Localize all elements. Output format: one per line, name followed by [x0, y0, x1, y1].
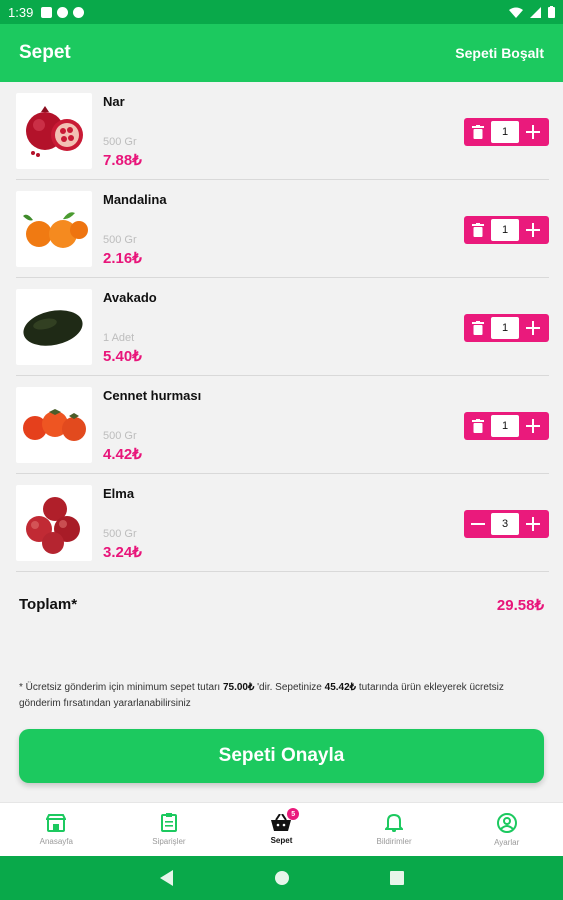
app-bar: Sepet Sepeti Boşalt	[0, 24, 563, 82]
trash-icon	[471, 321, 484, 335]
product-price: 7.88₺	[103, 152, 142, 169]
increase-button[interactable]	[519, 118, 546, 146]
note-text: * Ücretsiz gönderim için minimum sepet t…	[19, 682, 223, 693]
product-name: Cennet hurması	[103, 388, 202, 403]
increase-button[interactable]	[519, 216, 546, 244]
clipboard-icon	[160, 813, 177, 832]
cart-item: Elma 500 Gr 3.24₺ 3	[16, 474, 549, 572]
profile-icon	[496, 812, 517, 833]
product-unit: 1 Adet	[103, 332, 135, 344]
product-unit: 500 Gr	[103, 430, 137, 442]
bottom-nav: Anasayfa Siparişler 5 Sepet Bildirimler …	[0, 802, 563, 856]
quantity-value: 3	[491, 513, 519, 535]
increase-button[interactable]	[519, 510, 546, 538]
product-image-apple[interactable]	[16, 485, 92, 561]
nav-label: Siparişler	[152, 837, 186, 846]
trash-icon	[471, 223, 484, 237]
notification-icon	[57, 6, 69, 18]
confirm-cart-button[interactable]: Sepeti Onayla	[19, 729, 544, 783]
nav-settings[interactable]: Ayarlar	[450, 803, 563, 856]
delete-button[interactable]	[464, 216, 491, 244]
delete-button[interactable]	[464, 118, 491, 146]
recents-icon[interactable]	[389, 871, 404, 885]
product-price: 5.40₺	[103, 348, 142, 365]
back-icon[interactable]	[159, 870, 174, 886]
cart-item: Avakado 1 Adet 5.40₺ 1	[16, 278, 549, 376]
cart-total: Toplam* 29.58₺	[19, 596, 544, 614]
free-shipping-note: * Ücretsiz gönderim için minimum sepet t…	[19, 680, 529, 712]
status-time: 1:39	[8, 4, 34, 20]
page-title: Sepet	[19, 42, 71, 63]
nav-label: Sepet	[270, 836, 293, 845]
quantity-stepper: 1	[464, 314, 549, 342]
cart-item: Mandalina 500 Gr 2.16₺ 1	[16, 180, 549, 278]
home-icon[interactable]	[274, 870, 290, 886]
trash-icon	[471, 125, 484, 139]
nav-cart[interactable]: 5 Sepet	[225, 803, 338, 856]
product-unit: 500 Gr	[103, 136, 137, 148]
nav-orders[interactable]: Siparişler	[113, 803, 226, 856]
signal-icon	[530, 6, 541, 18]
wifi-icon	[509, 7, 523, 18]
increase-button[interactable]	[519, 314, 546, 342]
product-image-tangerine[interactable]	[16, 191, 92, 267]
note-min-amount: 75.00₺	[222, 682, 255, 693]
quantity-stepper: 1	[464, 216, 549, 244]
quantity-stepper: 3	[464, 510, 549, 538]
plus-icon	[525, 223, 540, 237]
plus-icon	[525, 125, 540, 139]
product-name: Nar	[103, 94, 125, 109]
product-image-pomegranate[interactable]	[16, 93, 92, 169]
quantity-value: 1	[491, 317, 519, 339]
product-unit: 500 Gr	[103, 234, 137, 246]
sync-icon	[73, 6, 85, 18]
note-remaining-amount: 45.42₺	[324, 682, 357, 693]
product-price: 2.16₺	[103, 250, 142, 267]
minus-icon	[470, 523, 485, 525]
product-price: 3.24₺	[103, 544, 142, 561]
battery-icon	[548, 6, 555, 18]
nav-label: Ayarlar	[494, 837, 520, 847]
quantity-value: 1	[491, 121, 519, 143]
store-icon	[46, 813, 67, 832]
empty-cart-button[interactable]: Sepeti Boşalt	[455, 45, 544, 61]
plus-icon	[525, 517, 540, 531]
cart-item: Nar 500 Gr 7.88₺ 1	[16, 82, 549, 180]
nav-label: Bildirimler	[376, 837, 412, 846]
quantity-stepper: 1	[464, 412, 549, 440]
delete-button[interactable]	[464, 412, 491, 440]
system-nav-bar	[0, 856, 563, 900]
product-name: Avakado	[103, 290, 157, 305]
plus-icon	[525, 419, 540, 433]
status-bar: 1:39	[0, 0, 563, 24]
nav-label: Anasayfa	[39, 836, 73, 846]
cart-list: Nar 500 Gr 7.88₺ 1 Mandalina 500 Gr 2.16…	[16, 82, 549, 572]
increase-button[interactable]	[519, 412, 546, 440]
cart-item: Cennet hurması 500 Gr 4.42₺ 1	[16, 376, 549, 474]
nav-home[interactable]: Anasayfa	[0, 803, 113, 856]
cart-count-badge: 5	[287, 808, 300, 820]
nav-notifications[interactable]: Bildirimler	[338, 803, 451, 856]
delete-button[interactable]	[464, 314, 491, 342]
total-value: 29.58₺	[496, 597, 544, 614]
product-name: Elma	[103, 486, 135, 501]
quantity-value: 1	[491, 219, 519, 241]
product-image-persimmon[interactable]	[16, 387, 92, 463]
trash-icon	[471, 419, 484, 433]
product-name: Mandalina	[103, 192, 167, 207]
bell-icon	[385, 813, 404, 832]
note-text: 'dir. Sepetinize	[254, 682, 325, 693]
product-image-avocado[interactable]	[16, 289, 92, 365]
quantity-stepper: 1	[464, 118, 549, 146]
plus-icon	[525, 321, 540, 335]
sd-card-icon	[41, 6, 53, 18]
quantity-value: 1	[491, 415, 519, 437]
decrease-button[interactable]	[464, 510, 491, 538]
total-label: Toplam*	[19, 596, 78, 613]
product-price: 4.42₺	[103, 446, 142, 463]
product-unit: 500 Gr	[103, 528, 137, 540]
